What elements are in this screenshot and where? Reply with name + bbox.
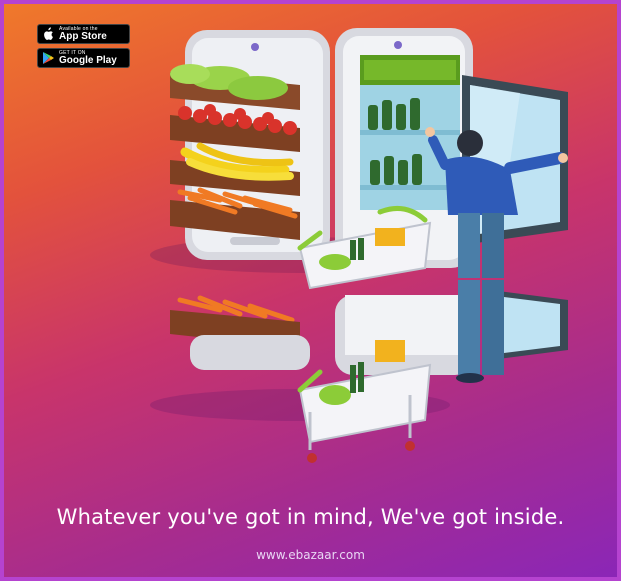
lower-scene: [150, 280, 568, 463]
right-phone-fridge: [335, 28, 568, 268]
hero-illustration: [150, 28, 568, 463]
google-play-icon: [43, 52, 54, 64]
google-play-badge[interactable]: GET IT ON Google Play: [37, 48, 130, 68]
app-store-big-text: App Store: [59, 30, 107, 42]
promo-page: Available on the App Store GET IT ON Goo…: [0, 0, 621, 581]
tagline: Whatever you've got in mind, We've got i…: [56, 505, 565, 529]
google-play-big-text: Google Play: [59, 54, 117, 66]
app-store-badge[interactable]: Available on the App Store: [37, 24, 130, 44]
website-link[interactable]: www.ebazaar.com: [0, 548, 621, 562]
apple-icon: [44, 27, 53, 40]
